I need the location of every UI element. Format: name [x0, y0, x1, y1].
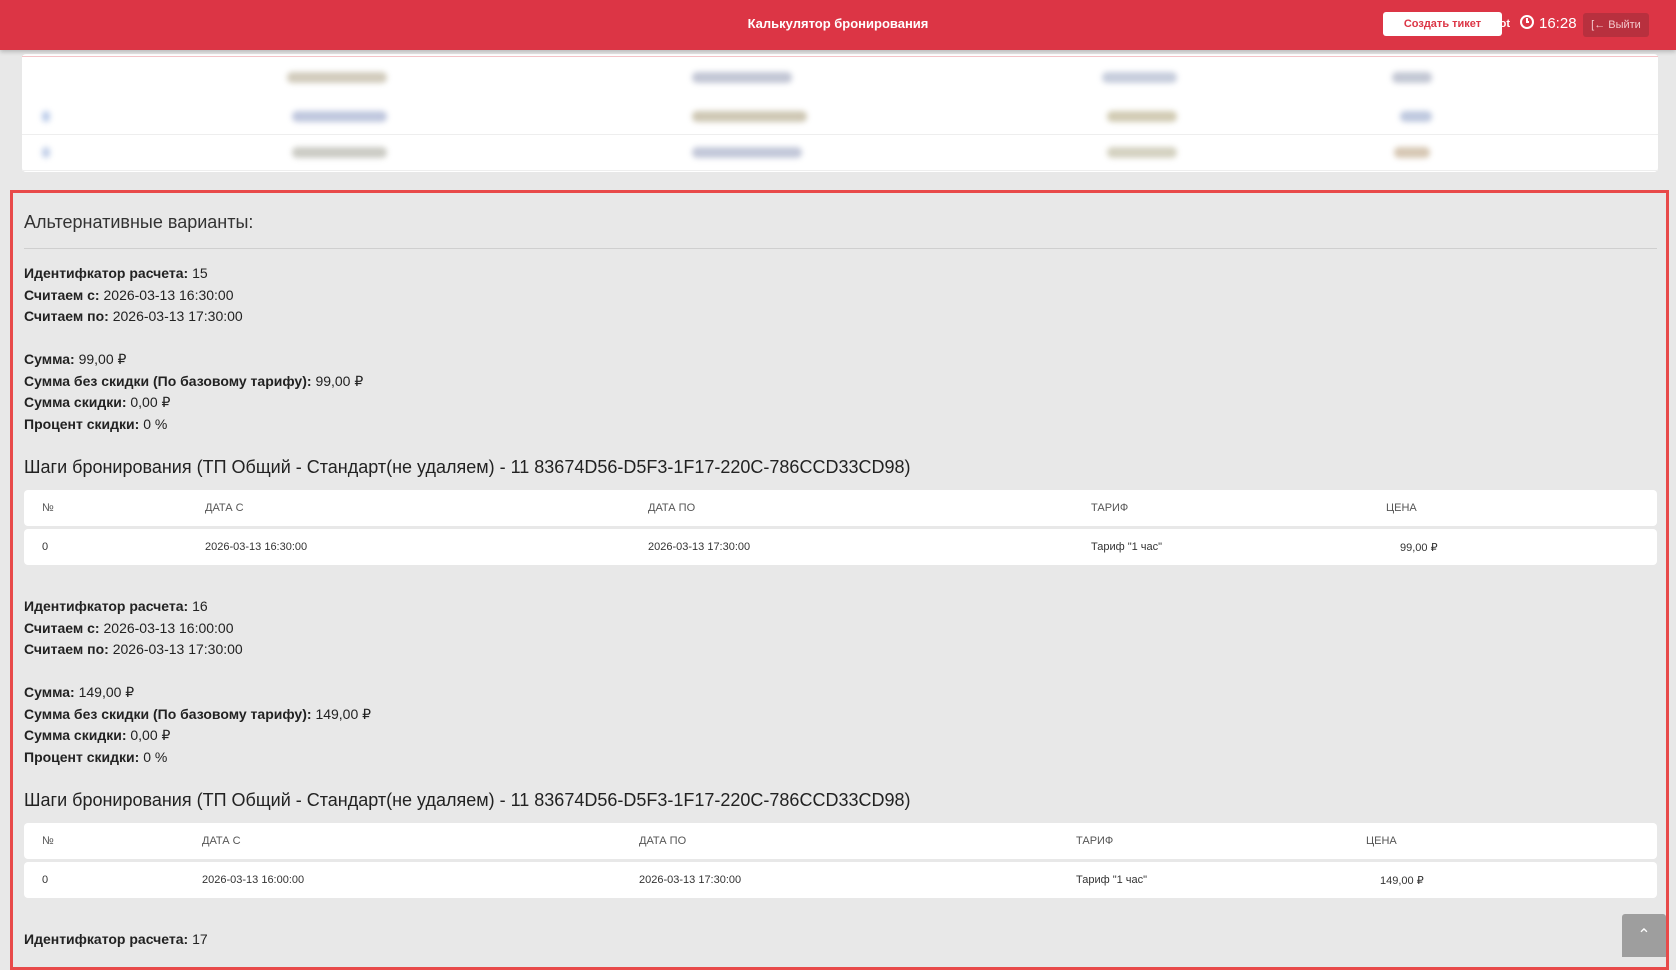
sum-no-discount-line: Сумма без скидки (По базовому тарифу): 9…: [24, 373, 364, 389]
col-date-from: ДАТА С: [202, 835, 241, 847]
booking-steps-title: Шаги бронирования (ТП Общий - Стандарт(н…: [24, 457, 911, 477]
discount-sum-line: Сумма скидки: 0,00 ₽: [24, 394, 171, 410]
clock: 16:28: [1520, 15, 1577, 32]
cell-price: 99,00 ₽: [1400, 542, 1438, 554]
sum-line: Сумма: 99,00 ₽: [24, 351, 127, 367]
calc-id-line: Идентифкатор расчета: 15: [24, 265, 208, 281]
clock-time: 16:28: [1539, 15, 1577, 32]
from-line: Считаем с: 2026-03-13 16:30:00: [24, 287, 234, 303]
scroll-to-top-button[interactable]: ⌃: [1622, 914, 1666, 957]
table-row: 0 2026-03-13 16:00:00 2026-03-13 17:30:0…: [24, 862, 1657, 898]
to-line: Считаем по: 2026-03-13 17:30:00: [24, 641, 243, 657]
user-name[interactable]: Root: [1485, 18, 1510, 30]
cell-date-to: 2026-03-13 17:30:00: [639, 874, 742, 886]
logout-label: Выйти: [1608, 19, 1641, 31]
cell-number: 0: [42, 874, 49, 886]
steps-table-header: № ДАТА С ДАТА ПО ТАРИФ ЦЕНА: [24, 490, 1657, 526]
discount-percent-line: Процент скидки: 0 %: [24, 749, 168, 765]
blurred-results-table: [22, 54, 1658, 172]
table-row: 0 2026-03-13 16:30:00 2026-03-13 17:30:0…: [24, 529, 1657, 565]
col-number: №: [42, 835, 54, 847]
sum-no-discount-line: Сумма без скидки (По базовому тарифу): 1…: [24, 706, 372, 722]
from-line: Считаем с: 2026-03-13 16:00:00: [24, 620, 234, 636]
cell-price: 149,00 ₽: [1380, 875, 1424, 887]
col-tariff: ТАРИФ: [1091, 502, 1129, 514]
booking-steps-title: Шаги бронирования (ТП Общий - Стандарт(н…: [24, 790, 911, 810]
sum-line: Сумма: 149,00 ₽: [24, 684, 135, 700]
discount-percent-line: Процент скидки: 0 %: [24, 416, 168, 432]
col-price: ЦЕНА: [1366, 835, 1397, 847]
top-navbar: Калькулятор бронирования Создать тикет R…: [0, 0, 1676, 50]
col-date-from: ДАТА С: [205, 502, 244, 514]
col-date-to: ДАТА ПО: [639, 835, 687, 847]
calc-id-line: Идентифкатор расчета: 17: [24, 931, 208, 947]
steps-table-header: № ДАТА С ДАТА ПО ТАРИФ ЦЕНА: [24, 823, 1657, 859]
cell-date-from: 2026-03-13 16:30:00: [205, 541, 308, 553]
col-number: №: [42, 502, 54, 514]
alternatives-title: Альтернативные варианты:: [24, 212, 254, 232]
col-tariff: ТАРИФ: [1076, 835, 1114, 847]
chevron-up-icon: ⌃: [1637, 927, 1651, 944]
cell-tariff: Тариф "1 час": [1091, 541, 1163, 553]
cell-date-from: 2026-03-13 16:00:00: [202, 874, 305, 886]
cell-number: 0: [42, 541, 49, 553]
to-line: Считаем по: 2026-03-13 17:30:00: [24, 308, 243, 324]
discount-sum-line: Сумма скидки: 0,00 ₽: [24, 727, 171, 743]
logout-button[interactable]: [← Выйти: [1583, 13, 1649, 37]
divider: [24, 248, 1657, 249]
col-price: ЦЕНА: [1386, 502, 1417, 514]
col-date-to: ДАТА ПО: [648, 502, 696, 514]
cell-tariff: Тариф "1 час": [1076, 874, 1148, 886]
sign-out-icon: [←: [1591, 19, 1606, 31]
cell-date-to: 2026-03-13 17:30:00: [648, 541, 751, 553]
clock-icon: [1520, 15, 1534, 29]
calc-id-line: Идентифкатор расчета: 16: [24, 598, 208, 614]
